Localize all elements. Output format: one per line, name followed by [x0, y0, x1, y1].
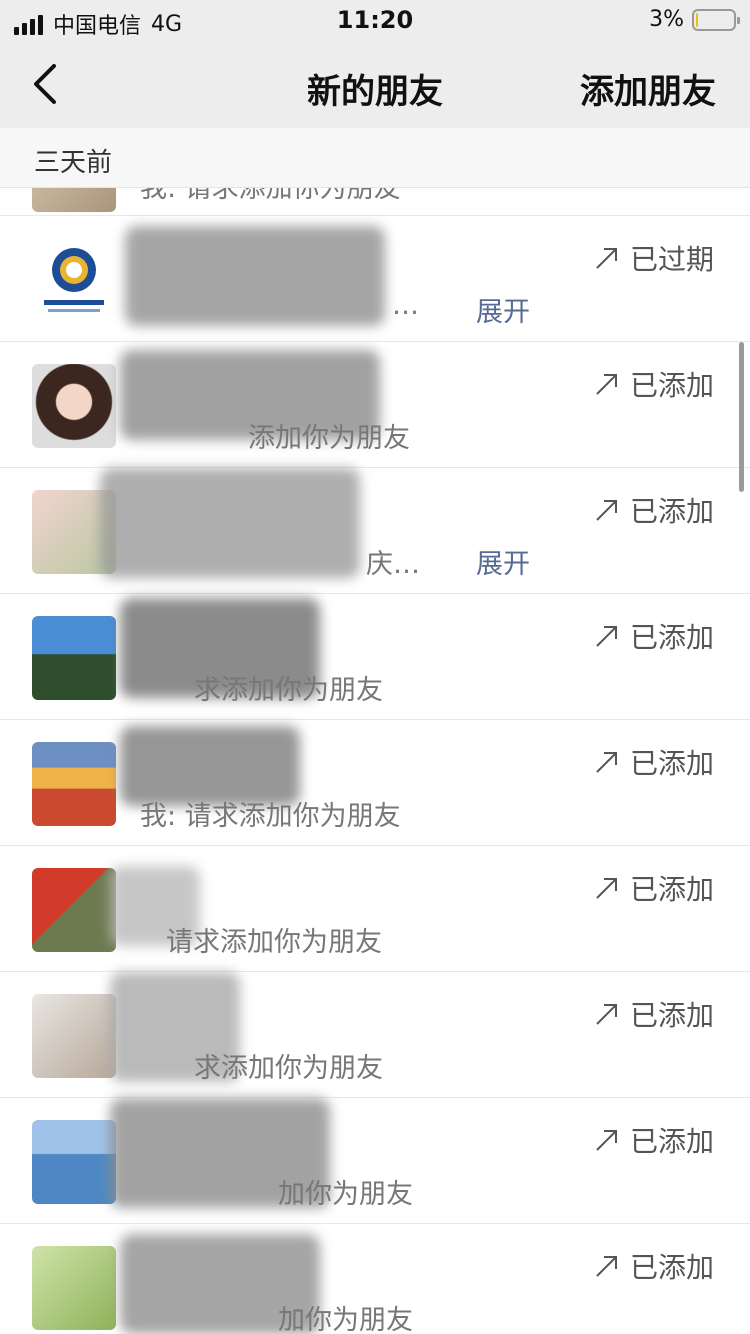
request-status-label: 已添加 [629, 873, 714, 906]
list-item[interactable]: 我: 请求添加你为朋友 已添加 [0, 720, 750, 846]
arrow-up-right-icon [596, 374, 617, 395]
request-status: 已添加 [594, 616, 714, 656]
list-item[interactable]: 加你为朋友 已添加 [0, 1224, 750, 1334]
request-message: 添加你为朋友 [248, 423, 410, 454]
redacted-name [125, 226, 385, 326]
request-message: 求添加你为朋友 [194, 675, 383, 706]
avatar [32, 1120, 116, 1204]
navigation-bar: 新的朋友 添加朋友 [0, 42, 750, 128]
request-status: 已过期 [594, 238, 714, 278]
battery-icon [692, 8, 740, 31]
request-status: 已添加 [594, 490, 714, 530]
request-status-label: 已添加 [629, 1125, 714, 1158]
request-message: 我: 请求添加你为朋友 [140, 801, 401, 832]
status-bar: 中国电信 4G 11:20 3% [0, 0, 750, 42]
arrow-up-right-icon [596, 1256, 617, 1277]
request-message: 加你为朋友 [278, 1305, 413, 1334]
request-message: … [392, 290, 419, 321]
expand-link[interactable]: 展开 [476, 290, 530, 329]
request-status: 已添加 [594, 364, 714, 404]
avatar [32, 188, 116, 212]
arrow-up-right-icon [596, 1004, 617, 1025]
avatar [32, 994, 116, 1078]
list-item[interactable]: 求添加你为朋友 已添加 [0, 972, 750, 1098]
add-friend-button[interactable]: 添加朋友 [580, 64, 716, 113]
scrollbar[interactable] [739, 342, 744, 492]
avatar [32, 1246, 116, 1330]
section-header: 三天前 [0, 128, 750, 188]
header-area: 中国电信 4G 11:20 3% 新的朋友 添加朋友 [0, 0, 750, 128]
arrow-up-right-icon [596, 878, 617, 899]
arrow-up-right-icon [596, 500, 617, 521]
list-item-partial[interactable]: 我: 请求添加你为朋友 [0, 188, 750, 216]
request-message: 请求添加你为朋友 [166, 927, 382, 958]
section-label: 三天前 [34, 148, 113, 178]
list-item[interactable]: 请求添加你为朋友 已添加 [0, 846, 750, 972]
request-status-label: 已添加 [629, 495, 714, 528]
avatar [32, 238, 116, 322]
request-status: 已添加 [594, 868, 714, 908]
request-status: 已添加 [594, 1120, 714, 1160]
request-message: 我: 请求添加你为朋友 [140, 188, 401, 204]
expand-link[interactable]: 展开 [476, 542, 530, 581]
request-message: 求添加你为朋友 [194, 1053, 383, 1084]
arrow-up-right-icon [596, 1130, 617, 1151]
avatar [32, 364, 116, 448]
list-item[interactable]: 加你为朋友 已添加 [0, 1098, 750, 1224]
request-status-label: 已添加 [629, 1251, 714, 1284]
list-item[interactable]: 庆… 展开 已添加 [0, 468, 750, 594]
avatar [32, 868, 116, 952]
request-message: 庆… [366, 549, 420, 580]
request-status-label: 已添加 [629, 621, 714, 654]
arrow-up-right-icon [596, 248, 617, 269]
request-status-label: 已添加 [629, 747, 714, 780]
redacted-name [100, 468, 360, 578]
request-status-label: 已添加 [629, 369, 714, 402]
arrow-up-right-icon [596, 752, 617, 773]
list-item[interactable]: … 展开 已过期 [0, 216, 750, 342]
battery-percent: 3% [649, 7, 684, 32]
avatar [32, 616, 116, 700]
request-status-label: 已过期 [629, 243, 714, 276]
list-item[interactable]: 求添加你为朋友 已添加 [0, 594, 750, 720]
request-status: 已添加 [594, 1246, 714, 1286]
request-message: 加你为朋友 [278, 1179, 413, 1210]
request-status: 已添加 [594, 742, 714, 782]
arrow-up-right-icon [596, 626, 617, 647]
battery-fill [696, 12, 698, 27]
list-item[interactable]: 添加你为朋友 已添加 [0, 342, 750, 468]
friend-request-list[interactable]: 我: 请求添加你为朋友 … 展开 已过期 添加你为朋友 已添加 庆… 展开 已添… [0, 188, 750, 1334]
request-status-label: 已添加 [629, 999, 714, 1032]
avatar [32, 742, 116, 826]
request-status: 已添加 [594, 994, 714, 1034]
clock: 11:20 [336, 6, 414, 34]
